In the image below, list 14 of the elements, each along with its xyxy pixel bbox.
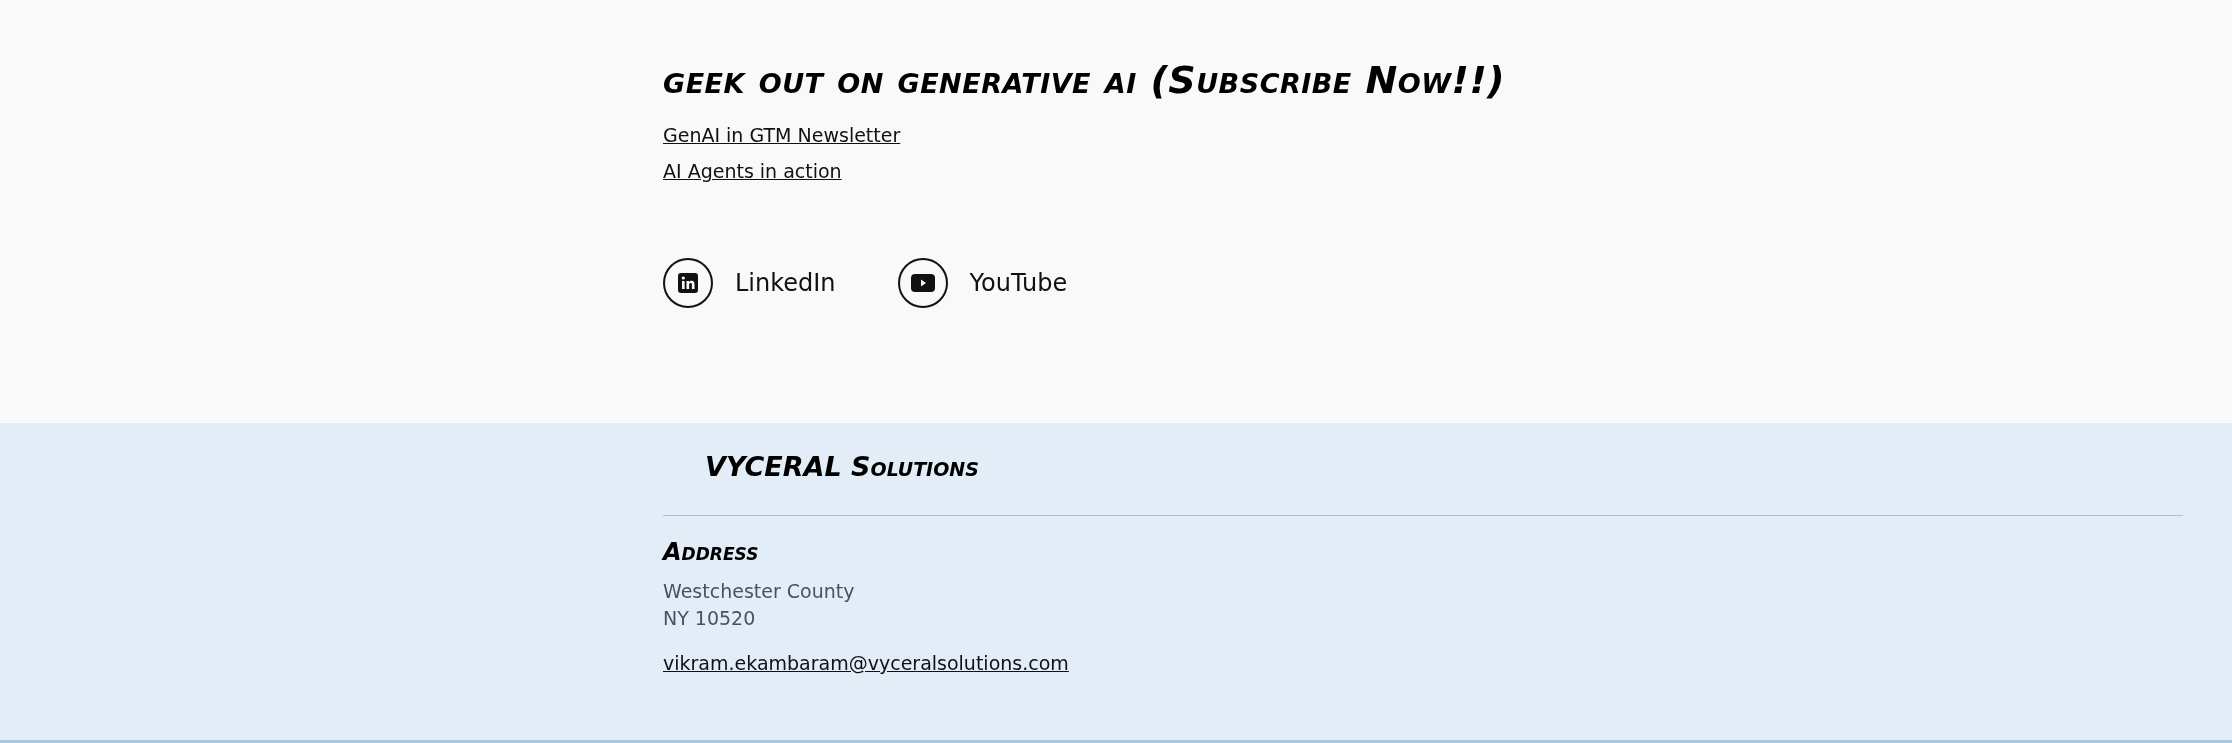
social-icon-button[interactable] — [663, 258, 713, 308]
social-icon-button[interactable] — [897, 258, 948, 308]
newsletter-link[interactable]: GenAI in GTM Newsletter — [663, 124, 901, 146]
address-line: NY 10520 — [663, 606, 757, 631]
email-link[interactable]: vikram.ekambaram@vyceralsolutions.com — [663, 652, 1069, 674]
section-heading: geek out on generative ai (Subscribe Now!!) — [663, 57, 1507, 104]
linkedin-icon — [678, 273, 698, 293]
brand-name: VYCERAL Solutions — [705, 451, 980, 484]
address-heading: Address — [663, 538, 760, 566]
social-label: YouTube — [969, 269, 1068, 297]
address-line: Westchester County — [663, 579, 856, 604]
video-play-icon — [910, 274, 935, 292]
social-label: LinkedIn — [735, 269, 836, 297]
newsletter-link[interactable]: AI Agents in action — [663, 160, 842, 182]
